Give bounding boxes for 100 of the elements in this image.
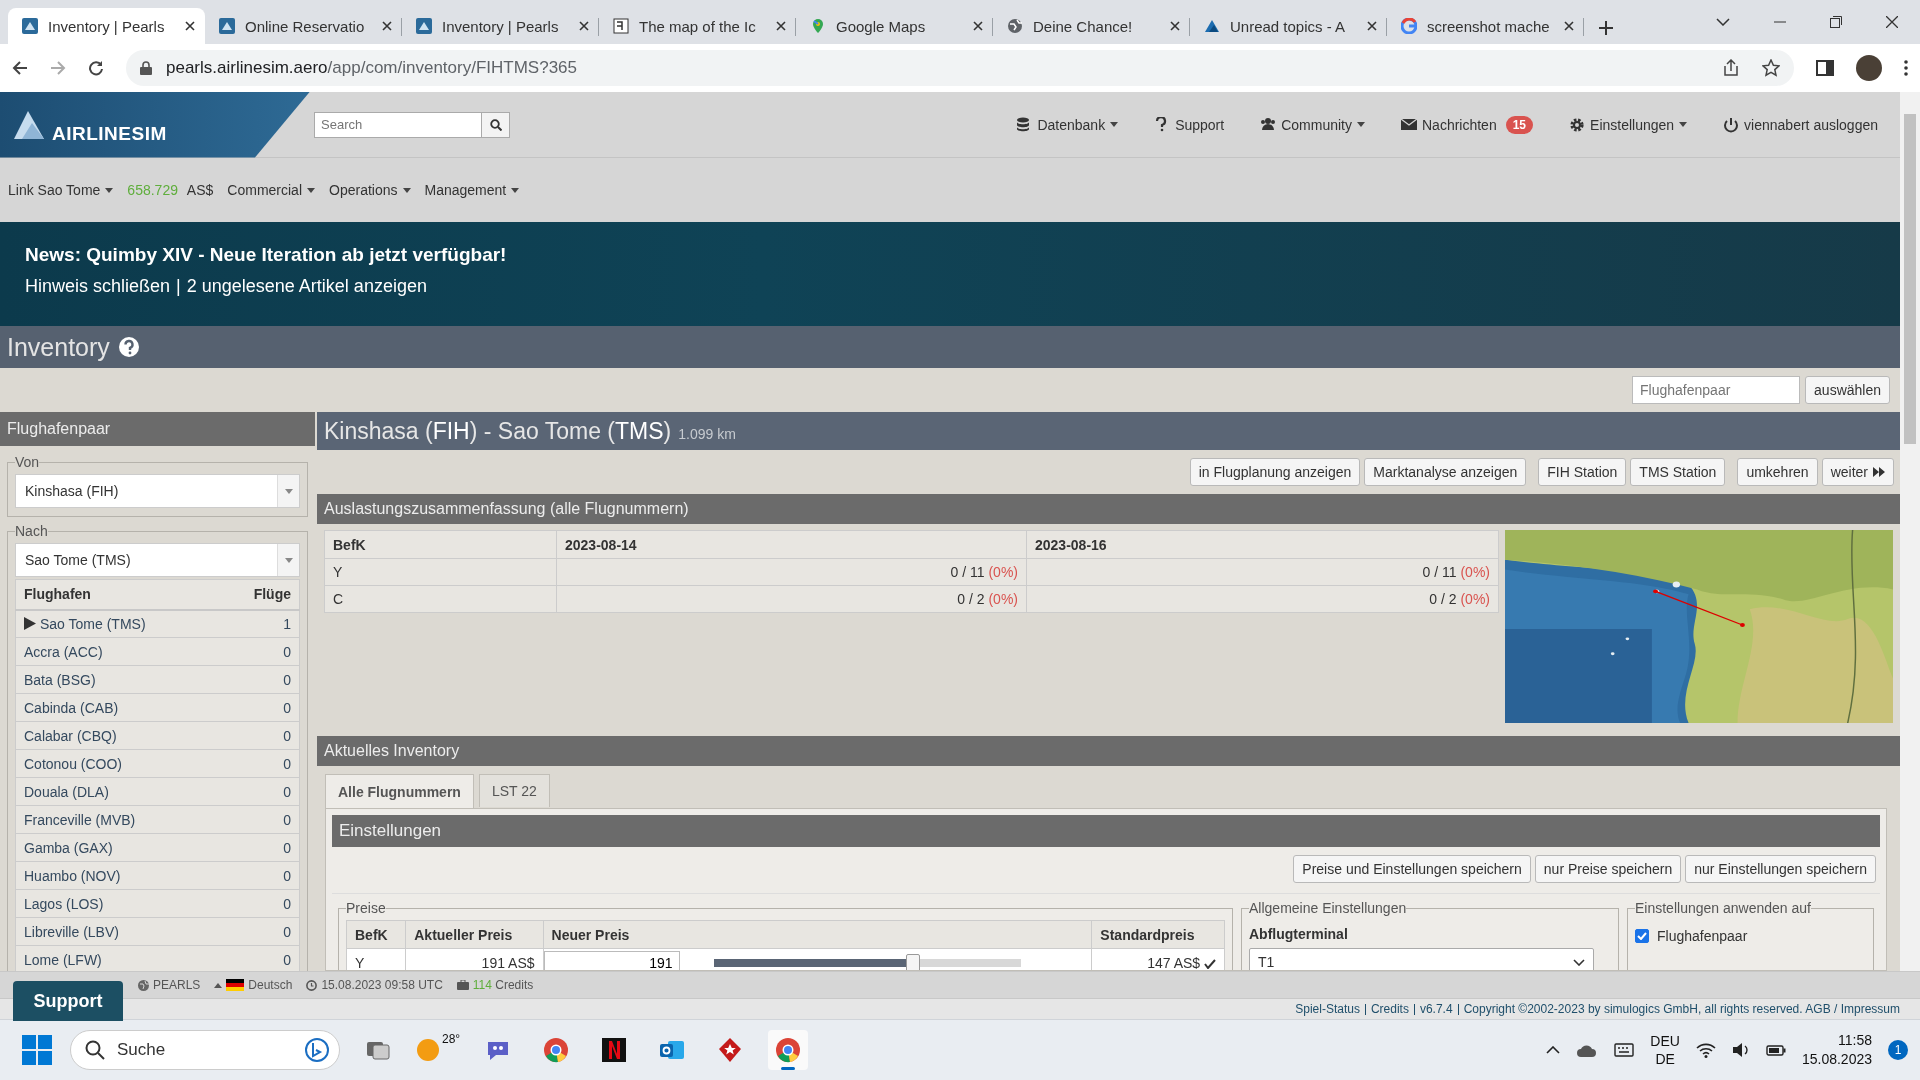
airport-cell[interactable]: Franceville (MVB): [15, 805, 220, 834]
close-icon[interactable]: [579, 21, 589, 31]
share-icon[interactable]: [1722, 59, 1740, 77]
origin-select[interactable]: Kinshasa (FIH): [15, 474, 300, 508]
flights-cell: 0: [219, 749, 300, 778]
browser-tab[interactable]: Inventory | Pearls: [402, 8, 599, 44]
save-button[interactable]: nur Einstellungen speichern: [1685, 855, 1876, 883]
scrollbar[interactable]: [1900, 92, 1920, 971]
save-button[interactable]: Preise und Einstellungen speichern: [1293, 855, 1531, 883]
action-button[interactable]: umkehren: [1737, 458, 1818, 486]
nav-menu-item[interactable]: Datenbank: [1016, 116, 1119, 133]
tab[interactable]: Alle Flugnummern: [325, 774, 474, 808]
nav-menu-item[interactable]: viennabert ausloggen: [1723, 116, 1878, 133]
browser-tab[interactable]: Inventory | Pearls: [8, 8, 205, 44]
close-icon[interactable]: [1564, 21, 1574, 31]
browser-tab[interactable]: Online Reservatio: [205, 8, 402, 44]
footer-link[interactable]: Credits: [1364, 1003, 1409, 1015]
close-icon[interactable]: [382, 21, 392, 31]
logo[interactable]: AIRLINESIM: [0, 92, 310, 158]
sidebar-icon[interactable]: [1816, 60, 1834, 76]
close-icon[interactable]: [776, 21, 786, 31]
airport-cell[interactable]: Sao Tome (TMS): [15, 609, 220, 638]
save-button[interactable]: nur Preise speichern: [1534, 855, 1682, 883]
cloud-icon[interactable]: [1576, 1042, 1599, 1058]
action-button[interactable]: weiter: [1821, 458, 1894, 486]
chevron-up-icon[interactable]: [1546, 1046, 1561, 1054]
wifi-icon[interactable]: [1695, 1042, 1716, 1058]
check-icon: [1637, 932, 1647, 940]
reload-icon[interactable]: [88, 60, 104, 76]
airport-cell[interactable]: Libreville (LBV): [15, 917, 220, 946]
chevron-down-icon[interactable]: [1716, 18, 1730, 26]
close-icon[interactable]: [185, 21, 195, 31]
support-button[interactable]: Support: [13, 981, 123, 1021]
terminal-select[interactable]: T1: [1249, 948, 1594, 970]
airport-cell[interactable]: Douala (DLA): [15, 777, 220, 806]
nav-menu-item[interactable]: Community: [1260, 116, 1365, 133]
close-icon[interactable]: [1367, 21, 1377, 31]
airport-cell[interactable]: Accra (ACC): [15, 637, 220, 666]
browser-tab[interactable]: Unread topics - A: [1190, 8, 1387, 44]
footer-link[interactable]: Spiel-Status: [1295, 1002, 1360, 1016]
flights-cell: 0: [219, 637, 300, 666]
destination-select[interactable]: Sao Tome (TMS): [15, 543, 300, 577]
checkbox[interactable]: [1635, 929, 1649, 943]
notification-count[interactable]: 1: [1888, 1040, 1908, 1060]
column-header: Standardpreis: [1091, 920, 1225, 949]
news-link[interactable]: 2 ungelesene Artikel anzeigen: [186, 276, 427, 297]
avatar[interactable]: [1856, 55, 1882, 81]
browser-icon[interactable]: [768, 1030, 809, 1070]
taskbar-search[interactable]: Suche: [70, 1030, 340, 1070]
input-language[interactable]: DEU DE: [1650, 1032, 1680, 1068]
browser-tab[interactable]: Google Maps: [796, 8, 993, 44]
action-button[interactable]: in Flugplanung anzeigen: [1189, 458, 1361, 486]
select-button[interactable]: auswählen: [1805, 376, 1890, 404]
nav-menu-item[interactable]: Support: [1154, 116, 1225, 133]
airport-cell[interactable]: Lagos (LOS): [15, 889, 220, 918]
battery-icon[interactable]: [1765, 1043, 1786, 1057]
speaker-icon[interactable]: [1731, 1042, 1750, 1058]
nav-menu-item[interactable]: Einstellungen: [1569, 116, 1688, 133]
price-field[interactable]: 191: [543, 950, 680, 970]
search-button[interactable]: [482, 111, 510, 138]
new-tab-icon[interactable]: [1598, 20, 1614, 36]
action-button[interactable]: TMS Station: [1630, 458, 1726, 486]
star-icon[interactable]: [1762, 59, 1780, 77]
airport-cell[interactable]: Gamba (GAX): [15, 833, 220, 862]
close-icon[interactable]: [1886, 16, 1898, 28]
airport-cell[interactable]: Cotonou (COO): [15, 749, 220, 778]
restore-icon[interactable]: [1830, 16, 1842, 28]
browser-tab[interactable]: Deine Chance!: [993, 8, 1190, 44]
airline-menu[interactable]: Link Sao Tome: [8, 182, 114, 198]
menu-icon[interactable]: [1904, 60, 1908, 76]
help-icon[interactable]: [117, 336, 140, 358]
address-bar[interactable]: pearls.airlinesim.aero/app/com/inventory/FIHTMS?365: [126, 50, 1794, 86]
nav-menu-item[interactable]: Nachrichten 15: [1401, 115, 1534, 134]
action-button[interactable]: Marktanalyse anzeigen: [1364, 458, 1527, 486]
column-header: BefK: [324, 530, 557, 559]
close-icon[interactable]: [973, 21, 983, 31]
table-cell: 0 / 2 (0%): [1026, 585, 1499, 613]
search-field[interactable]: Search: [314, 111, 482, 138]
airport-cell[interactable]: Calabar (CBQ): [15, 721, 220, 750]
nav-menu-item[interactable]: Commercial: [227, 182, 315, 198]
language-selector[interactable]: Deutsch: [214, 978, 293, 992]
tab[interactable]: LST 22: [478, 774, 550, 807]
news-link[interactable]: Hinweis schließen: [25, 276, 171, 297]
action-button[interactable]: FIH Station: [1538, 458, 1627, 486]
airport-cell[interactable]: Bata (BSG): [15, 665, 220, 694]
browser-tab[interactable]: The map of the Ic: [599, 8, 796, 44]
caret-icon: [1679, 122, 1688, 127]
column-header: Flüge: [219, 579, 300, 610]
start-icon[interactable]: [22, 1035, 52, 1065]
back-icon[interactable]: [12, 60, 28, 76]
airport-pair-field[interactable]: Flughafenpaar: [1632, 376, 1801, 404]
weather-widget[interactable]: 28°: [416, 1030, 461, 1070]
nav-menu-item[interactable]: Management: [424, 182, 520, 198]
close-icon[interactable]: [1170, 21, 1180, 31]
nav-menu-item[interactable]: Operations: [329, 182, 411, 198]
airport-cell[interactable]: Huambo (NOV): [15, 861, 220, 890]
keyboard-icon[interactable]: [1614, 1043, 1635, 1057]
browser-tab[interactable]: screenshot mache: [1387, 8, 1584, 44]
clock[interactable]: 11:58 15.08.2023: [1801, 1031, 1872, 1069]
airport-cell[interactable]: Cabinda (CAB): [15, 693, 220, 722]
